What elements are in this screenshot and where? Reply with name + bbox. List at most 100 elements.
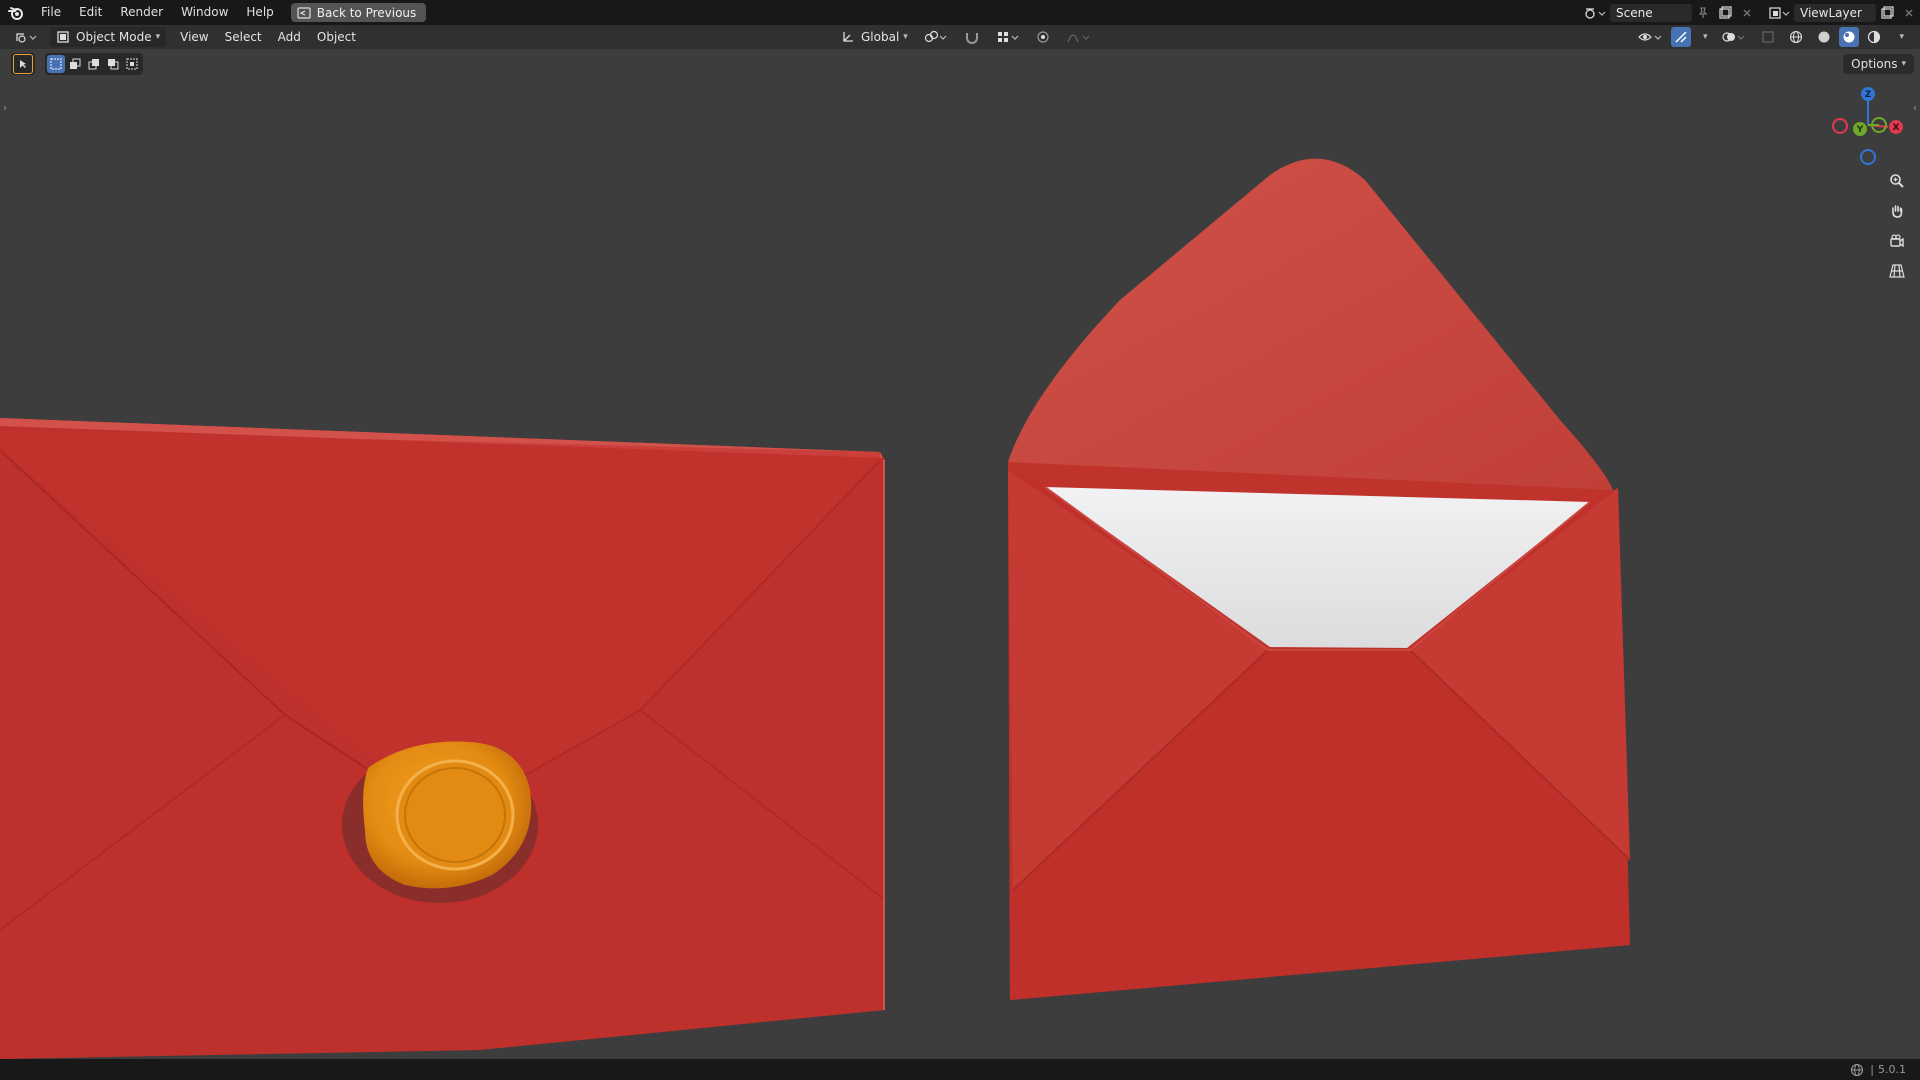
zoom-button[interactable]	[1885, 169, 1909, 193]
status-separator: |	[1870, 1063, 1874, 1076]
proportional-falloff-dropdown[interactable]	[1060, 27, 1098, 47]
chevron-down-icon: ▾	[903, 32, 908, 42]
shading-wireframe-button[interactable]	[1783, 27, 1809, 47]
orientation-axes-icon	[843, 32, 853, 42]
toolbar-expand-arrow[interactable]: ›	[0, 101, 10, 115]
menu-view[interactable]: View	[174, 27, 214, 47]
new-view-layer-icon[interactable]	[1876, 4, 1898, 22]
chevron-down-icon: ▾	[1899, 32, 1904, 42]
delete-view-layer-icon[interactable]	[1898, 4, 1920, 22]
select-intersect-icon	[126, 58, 138, 70]
shading-material-preview-button[interactable]	[1839, 27, 1860, 47]
eye-pointer-icon	[1638, 33, 1662, 41]
3d-viewport[interactable]: Options ▾ › ‹ Z Y X	[0, 49, 1920, 1059]
gizmo-neg-x-axis[interactable]	[1832, 118, 1848, 134]
object-mode-dropdown[interactable]: Object Mode ▾	[50, 27, 167, 47]
snap-toggle[interactable]	[958, 27, 986, 47]
scene-name: Scene	[1616, 5, 1653, 20]
select-subtract-button[interactable]	[85, 55, 103, 73]
transform-orientation-dropdown[interactable]: Global ▾	[835, 27, 914, 47]
select-extend-button[interactable]	[66, 55, 84, 73]
gizmo-dropdown[interactable]: ▾	[1693, 27, 1714, 47]
object-mode-label: Object Mode	[76, 30, 152, 44]
status-bar: | 5.0.1	[0, 1059, 1920, 1080]
view-layer-name: ViewLayer	[1800, 5, 1862, 20]
material-sphere-icon	[1843, 31, 1855, 43]
shading-dropdown[interactable]: ▾	[1889, 27, 1910, 47]
new-scene-icon[interactable]	[1714, 4, 1736, 22]
selectability-visibility-dropdown[interactable]	[1631, 27, 1669, 47]
shading-rendered-button[interactable]	[1861, 27, 1887, 47]
open-envelope[interactable]	[1008, 158, 1631, 1000]
object-mode-icon	[57, 31, 69, 43]
selection-mode-box	[45, 53, 143, 75]
gizmo-toggle[interactable]	[1670, 27, 1691, 47]
menu-window[interactable]: Window	[172, 0, 237, 25]
svg-text:X: X	[1893, 123, 1900, 133]
proportional-editing-icon	[1037, 31, 1049, 43]
menu-help[interactable]: Help	[237, 0, 282, 25]
select-set-button[interactable]	[47, 55, 65, 73]
perspective-toggle-button[interactable]	[1885, 259, 1909, 283]
pivot-point-icon	[924, 30, 947, 43]
menu-edit[interactable]: Edit	[70, 0, 111, 25]
select-invert-icon	[108, 59, 119, 70]
snap-grid-icon	[997, 32, 1019, 42]
options-dropdown[interactable]: Options ▾	[1843, 54, 1914, 74]
svg-text:Y: Y	[1856, 125, 1864, 135]
solid-sphere-icon	[1818, 31, 1830, 43]
hand-icon	[1892, 205, 1903, 218]
svg-text:Z: Z	[1865, 90, 1872, 100]
select-tool-button[interactable]	[13, 54, 33, 74]
chevron-down-icon: ▾	[1901, 59, 1906, 69]
camera-icon	[1890, 234, 1904, 248]
view-layer-field[interactable]: ViewLayer	[1794, 3, 1876, 22]
chevron-down-icon: ▾	[155, 32, 161, 42]
xray-toggle[interactable]	[1755, 27, 1781, 47]
viewport-header: Object Mode ▾ View Select Add Object Glo…	[0, 25, 1920, 49]
top-menu-bar: File Edit Render Window Help Back to Pre…	[0, 0, 1920, 25]
navigation-gizmo[interactable]: Z Y X	[1826, 85, 1916, 175]
active-tool-box	[11, 53, 35, 75]
camera-view-button[interactable]	[1885, 229, 1909, 253]
pin-scene-icon[interactable]	[1692, 4, 1714, 22]
wax-seal[interactable]	[342, 741, 538, 903]
gizmo-neg-z-axis[interactable]	[1860, 149, 1876, 165]
closed-envelope[interactable]	[0, 418, 886, 1059]
delete-scene-icon[interactable]	[1736, 4, 1758, 22]
proportional-editing-toggle[interactable]	[1030, 27, 1056, 47]
back-to-previous-button[interactable]: Back to Previous	[290, 3, 427, 22]
falloff-curve-icon	[1067, 34, 1090, 43]
select-box-icon	[50, 58, 62, 70]
snap-target-dropdown[interactable]	[990, 27, 1026, 47]
scene-render	[0, 158, 1631, 1059]
wireframe-sphere-icon	[1790, 30, 1803, 44]
scene-name-field[interactable]: Scene	[1610, 3, 1692, 22]
scene-selector-icon[interactable]	[1580, 4, 1610, 22]
network-globe-icon	[1851, 1063, 1864, 1076]
tool-selector	[11, 53, 143, 75]
editor-type-icon	[16, 33, 37, 43]
pivot-point-dropdown[interactable]	[918, 27, 954, 47]
menu-object[interactable]: Object	[311, 27, 362, 47]
editor-type-button[interactable]	[8, 27, 44, 47]
menu-file[interactable]: File	[32, 0, 70, 25]
menu-add[interactable]: Add	[272, 27, 307, 47]
back-screen-icon	[297, 6, 311, 19]
transform-orientation-label: Global	[861, 30, 900, 44]
select-intersect-button[interactable]	[123, 55, 141, 73]
menu-select[interactable]: Select	[219, 27, 268, 47]
version-label: 5.0.1	[1878, 1063, 1906, 1076]
select-extend-icon	[70, 58, 81, 69]
magnet-icon	[965, 33, 978, 44]
chevron-down-icon: ▾	[1702, 32, 1708, 42]
zoom-icon	[1890, 174, 1904, 188]
blender-logo-icon[interactable]	[0, 0, 32, 25]
overlays-toggle[interactable]	[1715, 27, 1753, 47]
view-layer-selector-icon[interactable]	[1764, 4, 1794, 22]
pan-button[interactable]	[1885, 199, 1909, 223]
select-invert-button[interactable]	[104, 55, 122, 73]
select-subtract-icon	[88, 59, 99, 70]
menu-render[interactable]: Render	[111, 0, 172, 25]
shading-solid-button[interactable]	[1811, 27, 1837, 47]
